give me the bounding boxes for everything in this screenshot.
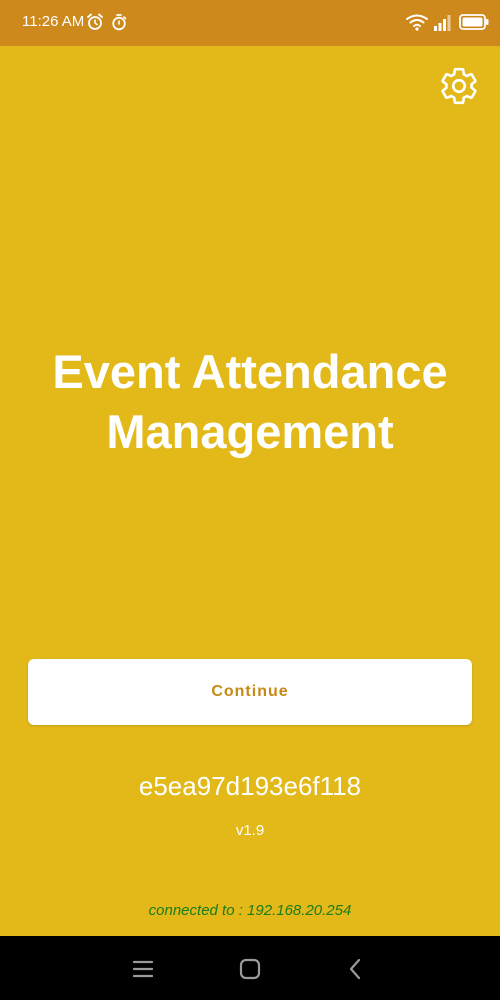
- continue-button[interactable]: Continue: [28, 659, 472, 725]
- menu-icon[interactable]: [130, 956, 156, 982]
- home-icon[interactable]: [237, 956, 263, 982]
- connection-status: connected to : 192.168.20.254: [148, 902, 352, 919]
- status-bar: 11:26 AM: [0, 0, 500, 46]
- app-screen: 11:26 AM Event Attendance Management Con…: [0, 0, 500, 1000]
- navigation-bar: [0, 936, 500, 1000]
- settings-gear-icon[interactable]: [438, 65, 480, 107]
- signal-icon: [434, 15, 451, 31]
- app-title-line-1: Event Attendance: [52, 345, 448, 398]
- app-title-line-2: Management: [106, 405, 394, 458]
- alarm-icon: [87, 13, 103, 30]
- back-icon[interactable]: [343, 956, 369, 982]
- device-id: e5ea97d193e6f118: [138, 771, 362, 801]
- app-title: Event Attendance Management: [0, 342, 500, 462]
- battery-icon: [459, 14, 489, 30]
- wifi-icon: [406, 14, 428, 31]
- app-version: v1.9: [235, 822, 265, 839]
- status-time: 11:26 AM: [22, 13, 85, 30]
- stopwatch-icon: [112, 14, 127, 31]
